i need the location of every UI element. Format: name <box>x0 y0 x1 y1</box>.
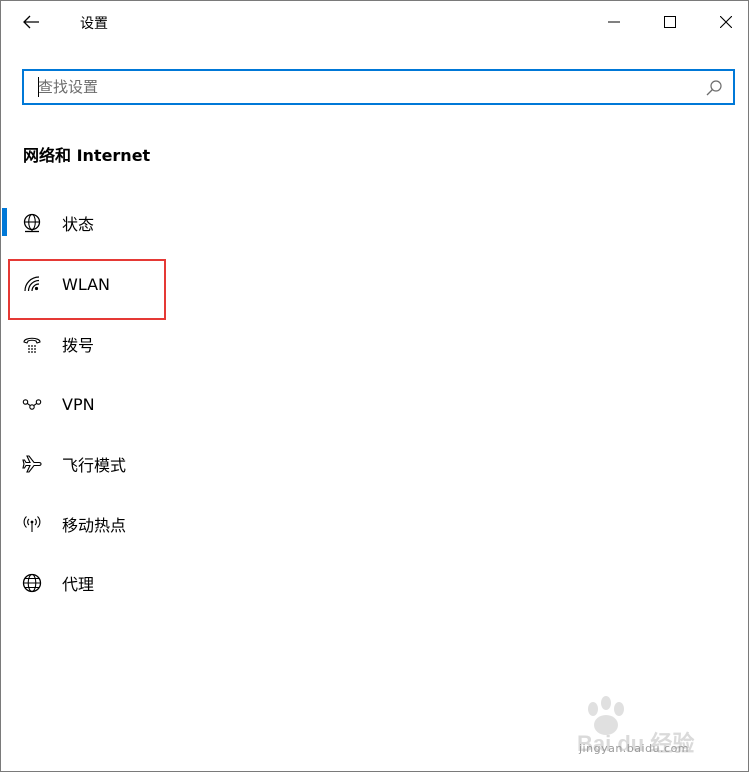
title-bar: 设置 <box>1 1 748 43</box>
back-button[interactable] <box>13 7 49 37</box>
nav-item-label: 飞行模式 <box>62 456 127 475</box>
nav-item-vpn[interactable]: VPN <box>1 380 301 428</box>
vpn-icon <box>21 393 43 415</box>
search-input[interactable] <box>38 76 698 98</box>
minimize-button[interactable] <box>591 5 637 39</box>
section-title: 网络和 Internet <box>23 146 151 165</box>
nav-item-label: 移动热点 <box>62 516 127 535</box>
airplane-icon <box>21 453 43 475</box>
nav-item-label: VPN <box>62 394 95 414</box>
nav-item-label: 代理 <box>62 575 95 594</box>
back-arrow-icon <box>23 15 39 29</box>
search-box[interactable] <box>22 69 735 105</box>
settings-window: 设置 网络和 Internet <box>0 0 749 772</box>
annotation-highlight-box <box>8 259 166 320</box>
close-icon <box>720 16 732 28</box>
nav-item-airplane[interactable]: 飞行模式 <box>1 440 301 488</box>
globe-proxy-icon <box>21 572 43 594</box>
dialup-phone-icon <box>21 333 43 355</box>
nav-item-label: 状态 <box>62 215 95 234</box>
hotspot-icon <box>21 513 43 535</box>
search-icon[interactable] <box>705 79 723 97</box>
nav-item-label: 拨号 <box>62 336 95 355</box>
window-title: 设置 <box>80 16 108 32</box>
maximize-button[interactable] <box>647 5 693 39</box>
watermark-url: jingyan.baidu.com <box>579 742 690 755</box>
globe-status-icon <box>21 212 43 234</box>
close-button[interactable] <box>703 5 749 39</box>
maximize-icon <box>664 16 676 28</box>
minimize-icon <box>608 21 620 23</box>
nav-item-status[interactable]: 状态 <box>1 199 301 247</box>
nav-item-hotspot[interactable]: 移动热点 <box>1 500 301 548</box>
nav-item-proxy[interactable]: 代理 <box>1 559 301 607</box>
nav-item-dialup[interactable]: 拨号 <box>1 320 301 368</box>
